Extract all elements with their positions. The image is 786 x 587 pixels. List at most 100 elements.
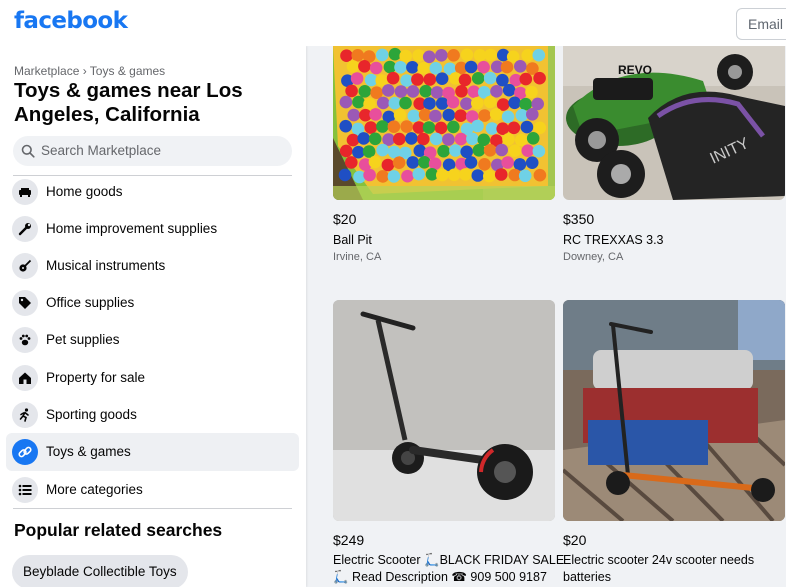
ball bbox=[500, 60, 514, 74]
ball bbox=[364, 121, 378, 134]
runner-icon bbox=[12, 402, 38, 428]
ball bbox=[471, 169, 485, 182]
ball bbox=[447, 168, 461, 182]
ball bbox=[464, 156, 478, 169]
ball bbox=[460, 48, 474, 62]
ball bbox=[483, 71, 497, 85]
ball bbox=[525, 85, 538, 99]
listing-card[interactable]: $20 Electric scooter 24v scooter needs b… bbox=[563, 300, 785, 587]
sidebar-item-label: Office supplies bbox=[46, 295, 135, 310]
sidebar-item-toys-games[interactable]: Toys & games bbox=[6, 433, 299, 471]
ball bbox=[525, 156, 539, 169]
sidebar-item-home-goods[interactable]: Home goods bbox=[6, 173, 299, 211]
sidebar-item-pet-supplies[interactable]: Pet supplies bbox=[6, 321, 299, 359]
ball bbox=[406, 156, 420, 169]
ball bbox=[419, 84, 432, 98]
ball bbox=[417, 61, 430, 75]
ball bbox=[338, 168, 352, 182]
ball bbox=[394, 85, 408, 98]
ball bbox=[400, 120, 413, 133]
ball bbox=[369, 61, 383, 75]
popular-search-chip[interactable]: Beyblade Collectible Toys bbox=[12, 555, 188, 587]
sidebar-item-label: Musical instruments bbox=[46, 258, 166, 273]
listing-card[interactable]: $20 Ball Pit Irvine, CA bbox=[333, 46, 555, 276]
ball bbox=[526, 108, 539, 121]
kids-scooter-photo[interactable] bbox=[563, 300, 785, 521]
ball bbox=[357, 132, 370, 145]
ball bbox=[508, 144, 522, 157]
ball bbox=[376, 143, 389, 157]
sidebar-item-property-for-sale[interactable]: Property for sale bbox=[6, 359, 299, 397]
listing-card[interactable]: REVO INITY $350 RC TREXXAS 3.3 Downey, C… bbox=[563, 46, 785, 276]
ball bbox=[533, 168, 547, 182]
ball bbox=[399, 96, 412, 110]
ball bbox=[430, 86, 444, 99]
ball bbox=[458, 73, 472, 87]
ball bbox=[495, 143, 508, 157]
paw-icon bbox=[12, 327, 38, 353]
ball bbox=[434, 121, 448, 135]
ball bbox=[401, 169, 414, 183]
ball bbox=[394, 61, 407, 74]
email-field[interactable]: Email or phone bbox=[736, 8, 786, 40]
ball bbox=[521, 144, 535, 157]
ball bbox=[417, 132, 430, 146]
ball bbox=[339, 95, 353, 109]
ball bbox=[454, 109, 467, 122]
sidebar-item-sporting-goods[interactable]: Sporting goods bbox=[6, 396, 299, 434]
ball bbox=[406, 61, 419, 74]
ball bbox=[533, 121, 547, 135]
rc-truck-photo[interactable]: REVO INITY bbox=[563, 46, 785, 200]
ball bbox=[423, 97, 436, 110]
ball bbox=[520, 120, 534, 134]
ball bbox=[471, 72, 485, 85]
ball bbox=[368, 155, 382, 169]
ball bbox=[406, 85, 420, 98]
listing-card[interactable]: $249 Electric Scooter 🛴BLACK FRIDAY SALE… bbox=[333, 300, 564, 587]
ball bbox=[339, 119, 352, 133]
ball bbox=[387, 120, 401, 133]
sidebar-item-home-improvement[interactable]: Home improvement supplies bbox=[6, 210, 299, 248]
ball-pit-photo[interactable] bbox=[333, 46, 555, 200]
sidebar-item-label: Home goods bbox=[46, 184, 123, 199]
popular-searches-heading: Popular related searches bbox=[14, 520, 223, 540]
ball bbox=[412, 167, 426, 181]
sofa-icon bbox=[12, 179, 38, 205]
divider bbox=[13, 508, 292, 509]
facebook-logo[interactable]: facebook bbox=[14, 8, 128, 34]
sidebar-item-musical-instruments[interactable]: Musical instruments bbox=[6, 247, 299, 285]
sidebar-item-more-categories[interactable]: More categories bbox=[6, 471, 299, 509]
ball bbox=[507, 121, 521, 135]
ball bbox=[508, 96, 521, 110]
sidebar-item-label: Toys & games bbox=[46, 444, 131, 459]
ball bbox=[376, 120, 389, 133]
ball bbox=[446, 95, 460, 109]
sidebar-item-office-supplies[interactable]: Office supplies bbox=[6, 284, 299, 322]
ball bbox=[358, 85, 372, 98]
scooter-photo[interactable] bbox=[333, 300, 555, 521]
listing-location: Downey, CA bbox=[563, 251, 624, 263]
tag-icon bbox=[12, 290, 38, 316]
link-icon bbox=[12, 439, 38, 465]
ball bbox=[351, 49, 364, 62]
ball bbox=[483, 95, 497, 109]
ball bbox=[459, 168, 472, 181]
search-input[interactable]: Search Marketplace bbox=[13, 136, 292, 166]
guitar-icon bbox=[12, 253, 38, 279]
ball bbox=[422, 121, 436, 134]
sidebar: Marketplace › Toys & games Toys & games … bbox=[0, 46, 306, 587]
ball bbox=[477, 60, 490, 74]
ball bbox=[393, 108, 407, 122]
ball bbox=[437, 144, 450, 158]
ball bbox=[376, 170, 389, 183]
ball bbox=[400, 74, 413, 87]
ball bbox=[501, 110, 515, 124]
ball bbox=[442, 133, 455, 146]
ball bbox=[382, 84, 395, 97]
ball bbox=[362, 145, 376, 158]
ball bbox=[501, 156, 514, 169]
listing-price: $20 bbox=[563, 532, 587, 548]
listing-price: $20 bbox=[333, 211, 357, 227]
breadcrumb[interactable]: Marketplace › Toys & games bbox=[14, 64, 165, 78]
listing-title: Ball Pit bbox=[333, 233, 372, 247]
